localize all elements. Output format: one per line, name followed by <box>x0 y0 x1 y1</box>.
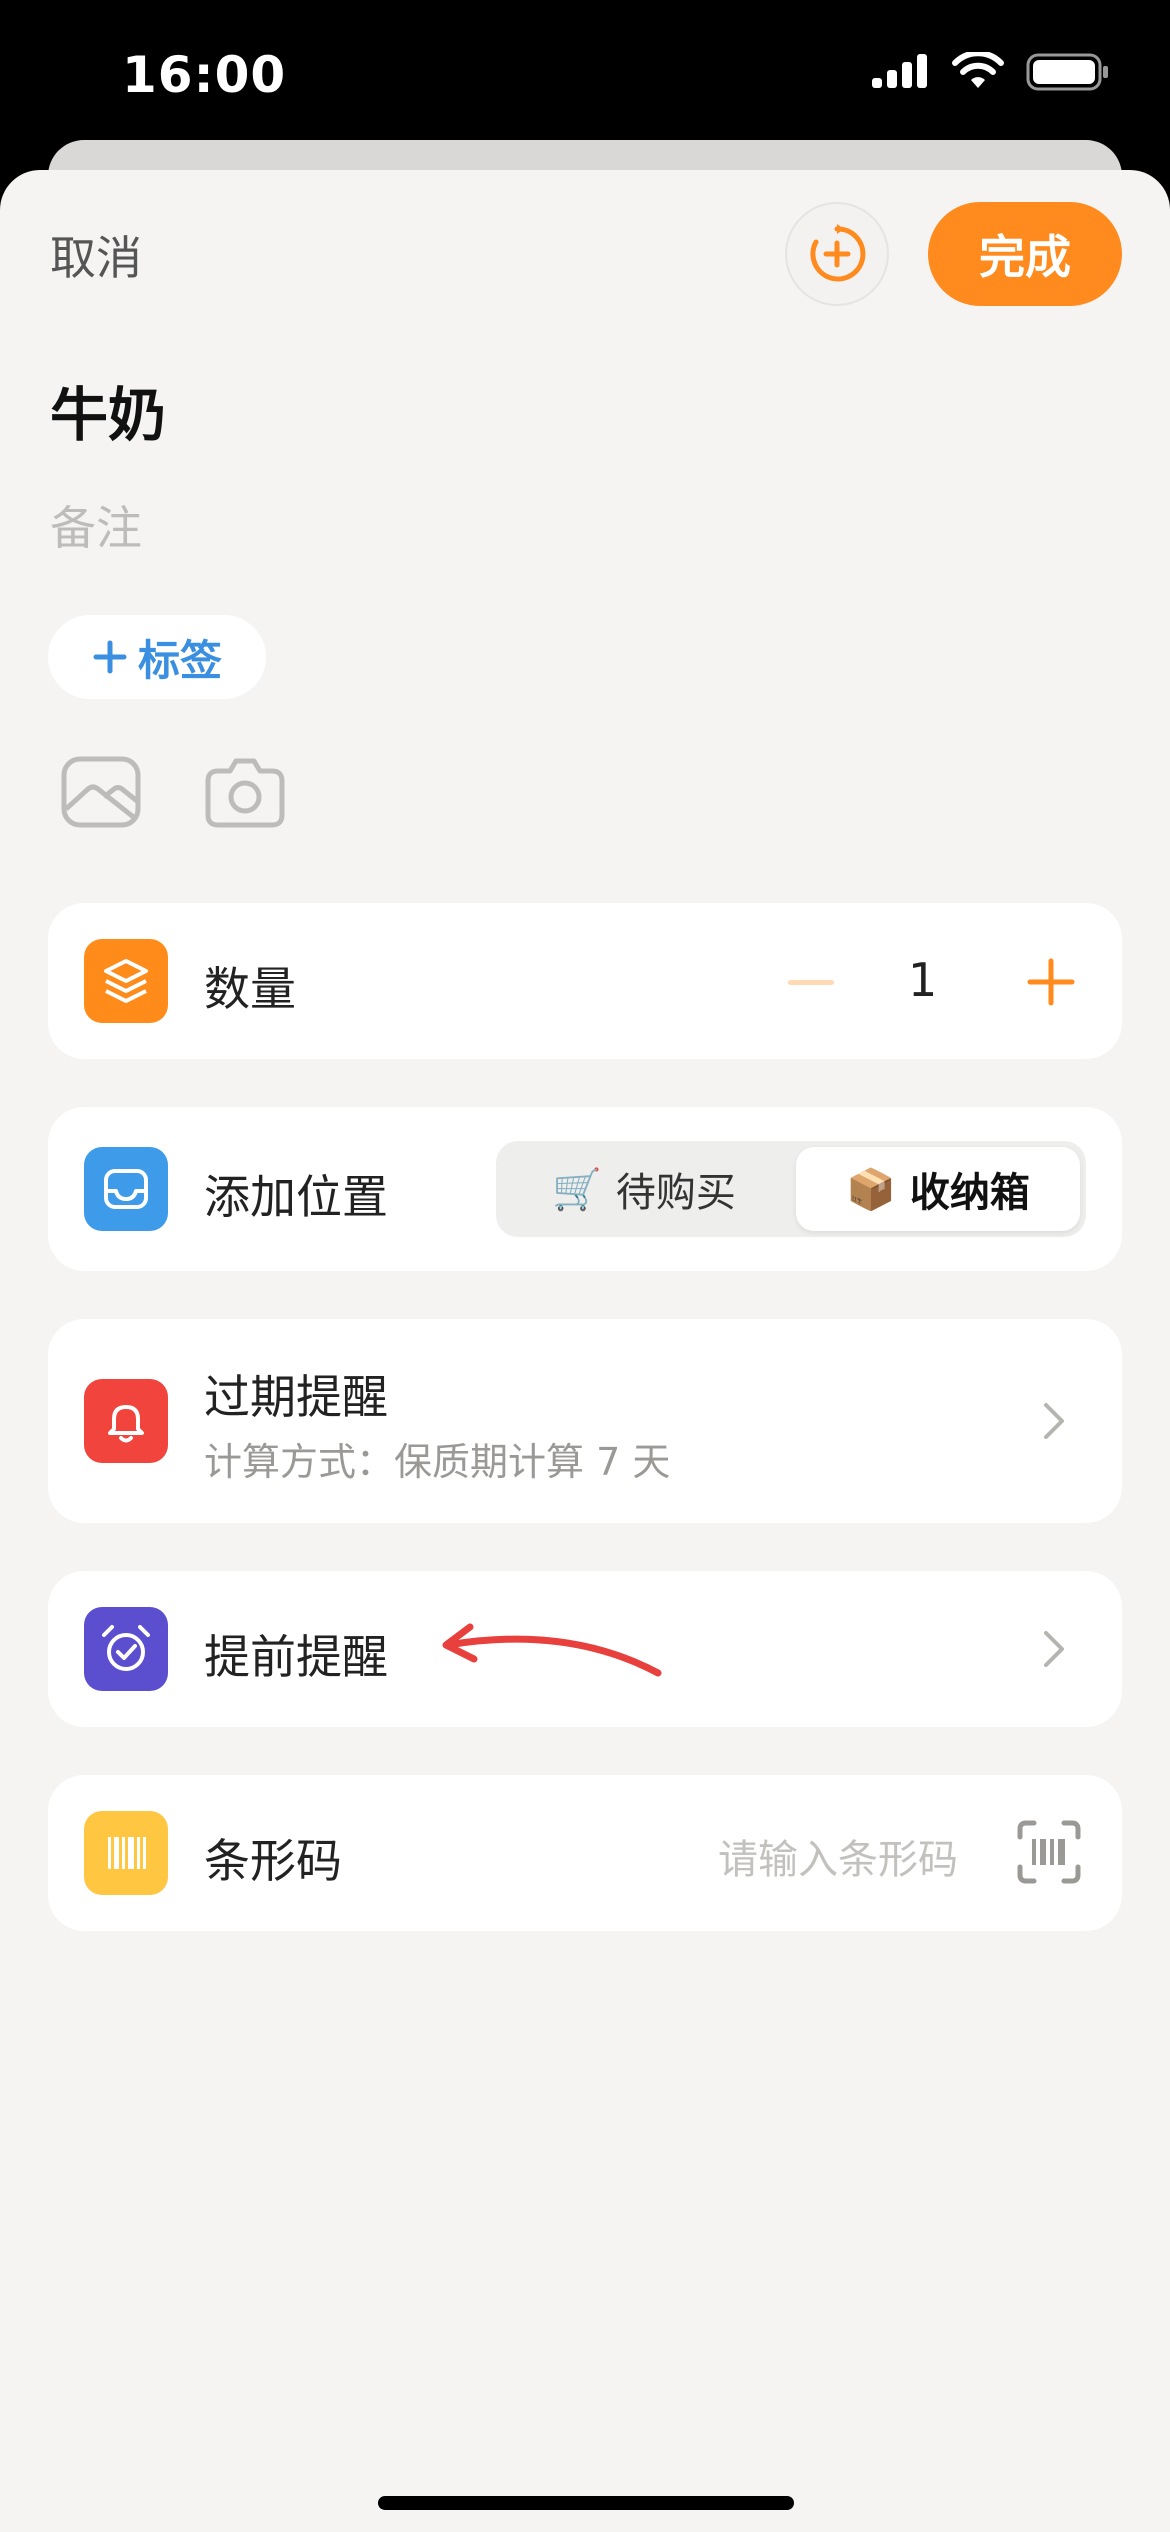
segment-to-buy[interactable]: 🛒 待购买 <box>502 1147 786 1231</box>
plus-icon <box>93 640 127 674</box>
refresh-add-icon <box>810 224 866 282</box>
expiry-reminder-row[interactable]: 过期提醒 计算方式：保质期计算 7 天 <box>48 1319 1122 1523</box>
increment-button[interactable] <box>1026 957 1076 1007</box>
status-icons <box>870 52 1110 92</box>
barcode-icon <box>84 1811 168 1895</box>
refresh-add-button[interactable] <box>785 202 889 306</box>
location-card: 添加位置 🛒 待购买 📦 收纳箱 <box>48 1107 1122 1271</box>
segment-to-buy-label: 待购买 <box>615 1170 736 1216</box>
alarm-clock-icon <box>84 1607 168 1691</box>
layers-icon <box>84 939 168 1023</box>
decrement-button[interactable] <box>788 980 834 985</box>
cart-icon: 🛒 <box>552 1166 602 1213</box>
home-indicator <box>378 2496 794 2510</box>
segment-storage-box[interactable]: 📦 收纳箱 <box>796 1147 1080 1231</box>
quantity-label: 数量 <box>204 962 296 1016</box>
quantity-value: 1 <box>908 953 938 1007</box>
wifi-icon <box>952 52 1004 88</box>
status-time: 16:00 <box>122 46 287 104</box>
advance-reminder-row[interactable]: 提前提醒 <box>48 1571 1122 1727</box>
done-button[interactable]: 完成 <box>928 202 1122 306</box>
note-field[interactable]: 备注 <box>50 492 142 558</box>
edit-item-sheet: 取消 完成 牛奶 备注 标签 数量 1 添加位置 🛒 待购买 📦 收纳箱 过期提… <box>0 170 1170 2532</box>
cancel-button[interactable]: 取消 <box>50 222 142 288</box>
box-icon: 📦 <box>846 1166 896 1213</box>
location-label: 添加位置 <box>204 1170 388 1224</box>
expiry-reminder-subtitle: 计算方式：保质期计算 7 天 <box>204 1440 671 1484</box>
location-segmented-control: 🛒 待购买 📦 收纳箱 <box>496 1141 1086 1237</box>
chevron-right-icon <box>1044 1631 1064 1667</box>
add-tag-label: 标签 <box>137 635 222 685</box>
quantity-card: 数量 1 <box>48 903 1122 1059</box>
scan-barcode-icon[interactable] <box>1016 1819 1082 1885</box>
battery-icon <box>1026 53 1108 91</box>
barcode-card: 条形码 请输入条形码 <box>48 1775 1122 1931</box>
barcode-input[interactable]: 请输入条形码 <box>718 1827 958 1885</box>
segment-storage-box-label: 收纳箱 <box>909 1170 1030 1216</box>
barcode-label: 条形码 <box>204 1834 342 1888</box>
chevron-right-icon <box>1044 1403 1064 1439</box>
advance-reminder-title: 提前提醒 <box>204 1630 388 1684</box>
status-bar: 16:00 <box>0 0 1170 150</box>
annotation-arrow-icon <box>442 1623 662 1677</box>
item-name-field[interactable]: 牛奶 <box>50 368 166 452</box>
camera-icon[interactable] <box>204 755 286 829</box>
bell-icon <box>84 1379 168 1463</box>
expiry-reminder-title: 过期提醒 <box>204 1370 388 1424</box>
add-tag-button[interactable]: 标签 <box>48 615 266 699</box>
tray-icon <box>84 1147 168 1231</box>
cellular-signal-icon <box>872 54 927 88</box>
image-icon[interactable] <box>60 755 142 829</box>
